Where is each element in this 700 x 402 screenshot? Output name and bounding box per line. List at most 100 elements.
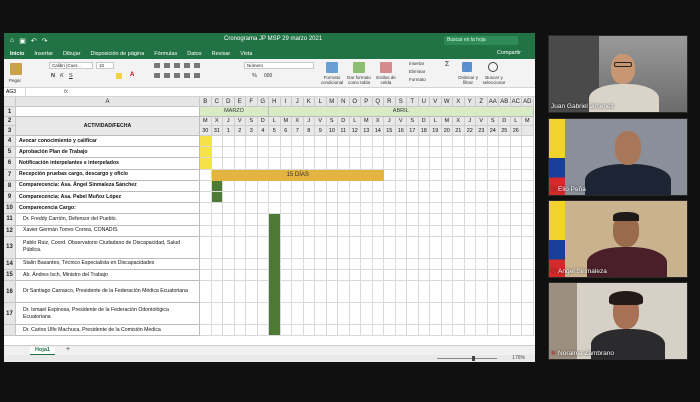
- grid-cell[interactable]: [326, 303, 338, 326]
- activity-cell[interactable]: Stalin Basantes, Técnico Especialista en…: [16, 258, 200, 270]
- grid-cell[interactable]: [418, 281, 430, 304]
- grid-cell[interactable]: [292, 270, 304, 282]
- grid-cell[interactable]: [200, 169, 212, 181]
- font-name-box[interactable]: Calibri (Cuer...: [49, 62, 93, 69]
- grid-cell[interactable]: [315, 214, 327, 226]
- grid-cell[interactable]: [395, 281, 407, 304]
- grid-cell[interactable]: [407, 214, 419, 226]
- grid-cell[interactable]: [246, 303, 258, 326]
- grid-cell[interactable]: [384, 281, 396, 304]
- grid-cell[interactable]: [303, 281, 315, 304]
- grid-cell[interactable]: [510, 281, 522, 304]
- grid-cell[interactable]: [418, 136, 430, 148]
- row-header[interactable]: 10: [4, 203, 16, 215]
- grid-cell[interactable]: [361, 325, 373, 337]
- grid-cell[interactable]: [338, 180, 350, 192]
- delete-button[interactable]: Eliminar: [409, 69, 425, 74]
- grid-cell[interactable]: [361, 192, 373, 204]
- grid-cell[interactable]: [453, 214, 465, 226]
- grid-cell[interactable]: [280, 203, 292, 215]
- grid-cell[interactable]: [257, 147, 269, 159]
- grid-cell[interactable]: [349, 180, 361, 192]
- grid-cell[interactable]: [395, 136, 407, 148]
- grid-cell[interactable]: [453, 158, 465, 170]
- grid-cell[interactable]: [246, 158, 258, 170]
- grid-cell[interactable]: [464, 136, 476, 148]
- grid-cell[interactable]: [338, 258, 350, 270]
- row-header[interactable]: 5: [4, 147, 16, 159]
- grid-cell[interactable]: [522, 325, 534, 337]
- grid-cell[interactable]: [349, 136, 361, 148]
- grid-cell[interactable]: [476, 136, 488, 148]
- grid-cell[interactable]: [280, 136, 292, 148]
- grid-cell[interactable]: [361, 281, 373, 304]
- column-header[interactable]: AA: [487, 97, 499, 107]
- grid-cell[interactable]: [200, 236, 212, 259]
- activity-cell[interactable]: Dr Santiago Carrasco, Presidente de la F…: [16, 281, 200, 304]
- fill-green-cell[interactable]: [211, 180, 223, 192]
- grid-cell[interactable]: [361, 136, 373, 148]
- grid-cell[interactable]: [430, 136, 442, 148]
- row-header[interactable]: 15: [4, 270, 16, 282]
- grid-cell[interactable]: [315, 158, 327, 170]
- column-header[interactable]: E: [234, 97, 246, 107]
- grid-cell[interactable]: [522, 158, 534, 170]
- grid-cell[interactable]: [234, 136, 246, 148]
- activity-cell[interactable]: Ab. Ándres Isch, Ministro del Trabajo: [16, 270, 200, 282]
- grid-cell[interactable]: [476, 225, 488, 237]
- column-header[interactable]: D: [223, 97, 235, 107]
- grid-cell[interactable]: [257, 258, 269, 270]
- grid-cell[interactable]: [234, 147, 246, 159]
- grid-cell[interactable]: [246, 225, 258, 237]
- grid-cell[interactable]: [349, 203, 361, 215]
- column-header[interactable]: G: [257, 97, 269, 107]
- grid-cell[interactable]: [395, 236, 407, 259]
- grid-cell[interactable]: [234, 303, 246, 326]
- grid-cell[interactable]: [384, 158, 396, 170]
- grid-cell[interactable]: [499, 136, 511, 148]
- ribbon-tab[interactable]: Disposición de página: [90, 51, 144, 57]
- grid-cell[interactable]: [522, 147, 534, 159]
- grid-cell[interactable]: [223, 136, 235, 148]
- grid-cell[interactable]: [418, 225, 430, 237]
- row-header[interactable]: 4: [4, 136, 16, 148]
- grid-cell[interactable]: [257, 270, 269, 282]
- grid-cell[interactable]: [384, 203, 396, 215]
- grid-cell[interactable]: [326, 180, 338, 192]
- ribbon-tab[interactable]: Inicio: [10, 51, 24, 57]
- column-header[interactable]: X: [453, 97, 465, 107]
- grid-cell[interactable]: [487, 236, 499, 259]
- font-color-button[interactable]: A: [130, 72, 134, 78]
- grid-cell[interactable]: [246, 236, 258, 259]
- grid-cell[interactable]: [211, 203, 223, 215]
- grid-cell[interactable]: [303, 136, 315, 148]
- column-header[interactable]: B: [200, 97, 212, 107]
- grid-cell[interactable]: [326, 214, 338, 226]
- grid-cell[interactable]: [464, 158, 476, 170]
- grid-cell[interactable]: [407, 236, 419, 259]
- grid-cell[interactable]: [326, 236, 338, 259]
- cell-styles-label[interactable]: Estilos de celda: [374, 75, 398, 85]
- find-select-label[interactable]: Buscar y seleccionar: [480, 75, 508, 85]
- grid-cell[interactable]: [326, 225, 338, 237]
- grid-cell[interactable]: [441, 147, 453, 159]
- grid-cell[interactable]: [441, 303, 453, 326]
- activity-cell[interactable]: Dr. Freddy Carrión, Defensor del Pueblo.: [16, 214, 200, 226]
- grid-cell[interactable]: [453, 169, 465, 181]
- grid-cell[interactable]: [418, 169, 430, 181]
- grid-cell[interactable]: [430, 169, 442, 181]
- grid-cell[interactable]: [315, 192, 327, 204]
- grid-cell[interactable]: [372, 158, 384, 170]
- grid-cell[interactable]: [292, 158, 304, 170]
- grid-cell[interactable]: [269, 203, 281, 215]
- grid-cell[interactable]: [211, 214, 223, 226]
- grid-cell[interactable]: [430, 225, 442, 237]
- grid-cell[interactable]: [223, 325, 235, 337]
- grid-cell[interactable]: [499, 147, 511, 159]
- grid-cell[interactable]: [349, 147, 361, 159]
- grid-cell[interactable]: [257, 203, 269, 215]
- activity-cell[interactable]: Pablo Ruiz, Coord. Observatorio Ciudadan…: [16, 236, 200, 259]
- grid-cell[interactable]: [211, 225, 223, 237]
- grid-cell[interactable]: [292, 281, 304, 304]
- grid-cell[interactable]: [499, 169, 511, 181]
